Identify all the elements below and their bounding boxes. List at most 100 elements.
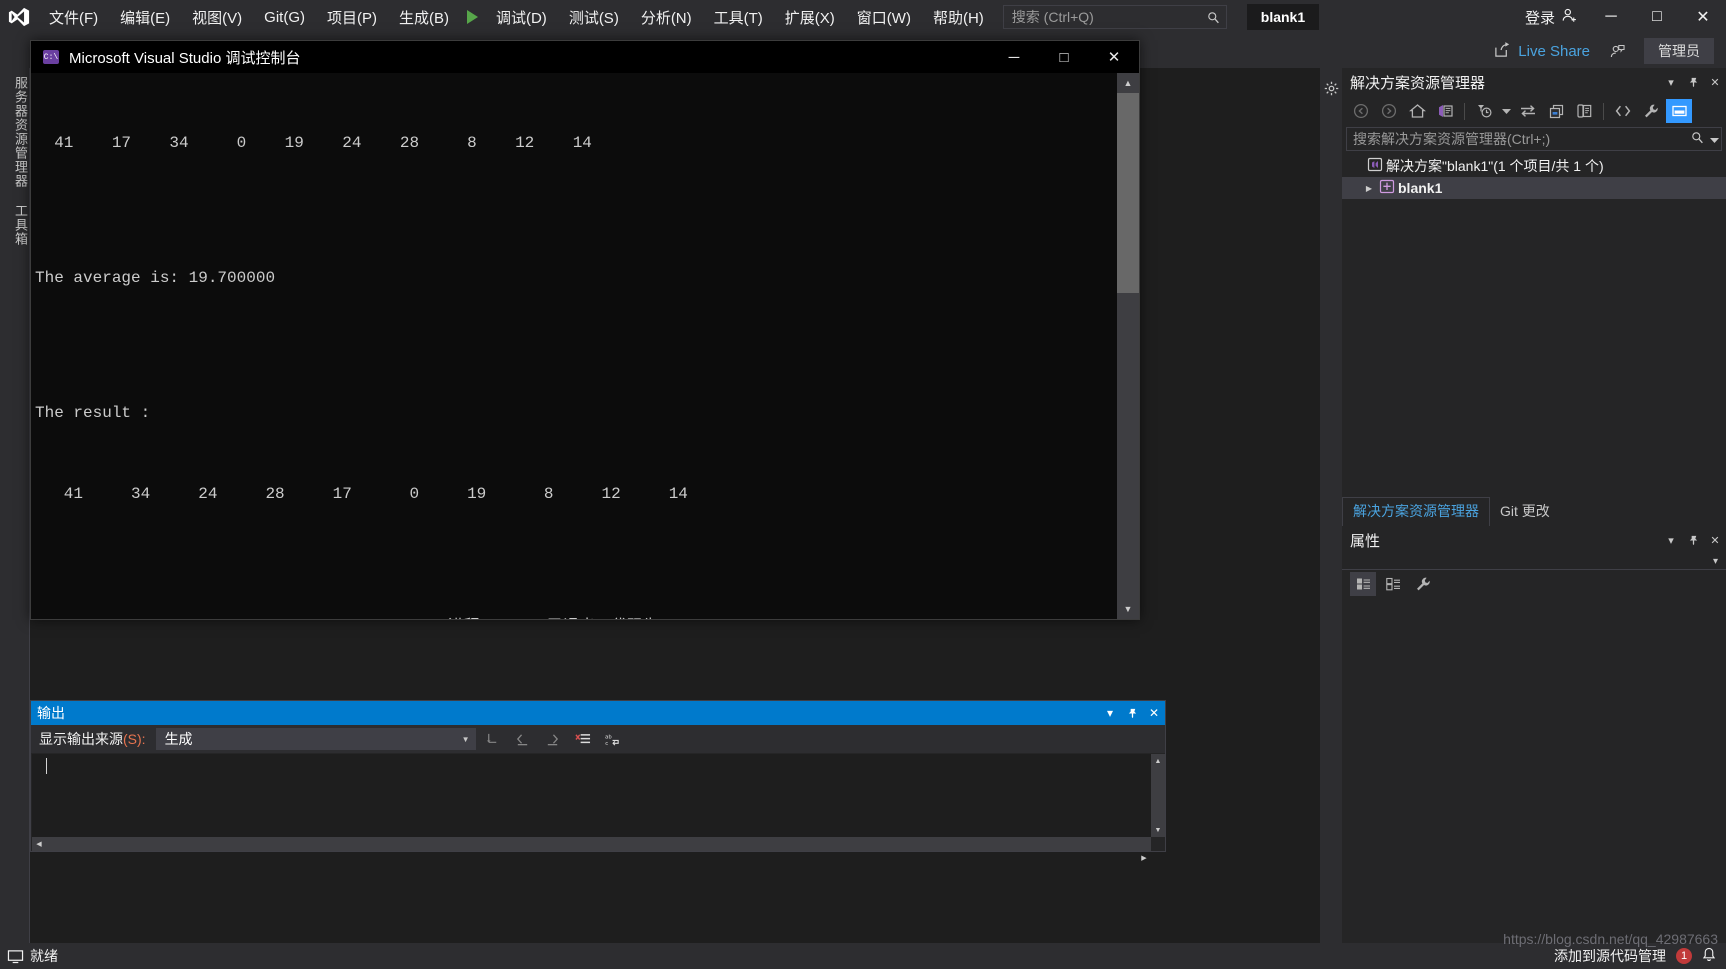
- sign-in-button[interactable]: 登录: [1515, 0, 1588, 34]
- global-search-box[interactable]: [1002, 5, 1227, 29]
- solution-explorer-tabs: 解决方案资源管理器 Git 更改: [1342, 497, 1726, 526]
- pending-changes-filter-icon[interactable]: [1471, 99, 1497, 123]
- project-name-chip[interactable]: blank1: [1246, 4, 1320, 30]
- window-maximize-button[interactable]: □: [1634, 0, 1680, 34]
- start-debugging-button[interactable]: [460, 0, 485, 34]
- properties-panel-header: 属性 ▾ ✕: [1342, 526, 1726, 554]
- back-icon[interactable]: [1348, 99, 1374, 123]
- output-scroll-left-icon[interactable]: ◀: [32, 837, 46, 851]
- sidebar-item-server-explorer[interactable]: 服务器资源管理器: [0, 68, 30, 196]
- output-panel-drag-area[interactable]: [65, 701, 1099, 725]
- gear-icon[interactable]: [1320, 68, 1342, 108]
- show-all-files-icon[interactable]: [1610, 99, 1636, 123]
- solution-explorer-search[interactable]: 搜索解决方案资源管理器(Ctrl+;): [1346, 127, 1722, 151]
- console-output-text: 41 17 34 0 19 24 28 8 12 14 The average …: [31, 73, 1117, 619]
- properties-panel-close-button[interactable]: ✕: [1704, 527, 1726, 553]
- menu-extensions[interactable]: 扩展(X): [774, 0, 846, 34]
- output-panel-header: 输出 ▾ ✕: [31, 701, 1165, 725]
- console-line: 41 34 24 28 17 0 19 8 12 14: [35, 485, 688, 503]
- feedback-icon[interactable]: [1600, 36, 1634, 66]
- chevron-down-icon[interactable]: ▾: [1713, 556, 1718, 567]
- menu-view[interactable]: 视图(V): [181, 0, 253, 34]
- clear-all-icon[interactable]: [570, 727, 596, 751]
- tab-solution-explorer[interactable]: 解决方案资源管理器: [1342, 497, 1490, 526]
- solution-explorer-title: 解决方案资源管理器: [1350, 74, 1486, 92]
- go-to-previous-message-icon[interactable]: [510, 727, 536, 751]
- properties-icon[interactable]: [1410, 572, 1436, 596]
- search-options-chevron-icon[interactable]: [1707, 131, 1721, 147]
- properties-panel: 属性 ▾ ✕ ▾: [1342, 526, 1726, 943]
- admin-badge: 管理员: [1644, 38, 1714, 64]
- go-to-next-message-icon[interactable]: [540, 727, 566, 751]
- output-source-select[interactable]: 生成 ▼: [155, 728, 476, 750]
- output-scroll-up-icon[interactable]: ▲: [1151, 754, 1165, 768]
- search-icon[interactable]: [1687, 131, 1707, 147]
- output-panel-dropdown-button[interactable]: ▾: [1099, 701, 1121, 725]
- solution-explorer-pin-button[interactable]: [1682, 69, 1704, 95]
- alphabetical-icon[interactable]: [1380, 572, 1406, 596]
- menu-build[interactable]: 生成(B): [388, 0, 460, 34]
- output-scroll-down-icon[interactable]: ▼: [1151, 823, 1165, 837]
- properties-window-icon[interactable]: [1571, 99, 1597, 123]
- menu-window[interactable]: 窗口(W): [846, 0, 922, 34]
- solution-explorer-search-placeholder: 搜索解决方案资源管理器(Ctrl+;): [1353, 131, 1551, 147]
- console-scroll-up-icon[interactable]: ▲: [1117, 73, 1139, 93]
- notifications-icon[interactable]: [1702, 947, 1716, 965]
- properties-panel-dropdown-button[interactable]: ▾: [1660, 527, 1682, 553]
- sidebar-item-toolbox[interactable]: 工具箱: [0, 196, 30, 254]
- chevron-down-icon[interactable]: [1499, 99, 1513, 123]
- status-text: 就绪: [30, 948, 58, 964]
- window-minimize-button[interactable]: ─: [1588, 0, 1634, 34]
- add-to-source-control-button[interactable]: 添加到源代码管理: [1554, 946, 1666, 966]
- live-share-button[interactable]: Live Share: [1484, 36, 1600, 66]
- notifications-badge[interactable]: 1: [1676, 948, 1692, 964]
- sync-with-active-document-icon[interactable]: [1432, 99, 1458, 123]
- console-scroll-thumb[interactable]: [1117, 93, 1139, 293]
- console-maximize-button[interactable]: □: [1039, 41, 1089, 73]
- properties-panel-pin-button[interactable]: [1682, 527, 1704, 553]
- console-minimize-button[interactable]: ─: [989, 41, 1039, 73]
- window-close-button[interactable]: ✕: [1680, 0, 1726, 34]
- forward-icon[interactable]: [1376, 99, 1402, 123]
- menu-git[interactable]: Git(G): [253, 0, 316, 34]
- console-scroll-down-icon[interactable]: ▼: [1117, 599, 1139, 619]
- menu-edit[interactable]: 编辑(E): [109, 0, 181, 34]
- menu-test[interactable]: 测试(S): [558, 0, 630, 34]
- toggle-word-wrap-icon[interactable]: ab c: [600, 727, 626, 751]
- output-vertical-scrollbar[interactable]: ▲ ▼: [1151, 754, 1165, 837]
- menu-file[interactable]: 文件(F): [38, 0, 109, 34]
- view-designer-icon[interactable]: [1666, 99, 1692, 123]
- console-scrollbar[interactable]: ▲ ▼: [1117, 73, 1139, 619]
- solution-explorer-close-button[interactable]: ✕: [1704, 69, 1726, 95]
- menu-analyze[interactable]: 分析(N): [630, 0, 703, 34]
- properties-object-selector[interactable]: ▾: [1342, 554, 1726, 570]
- output-panel-pin-button[interactable]: [1121, 701, 1143, 725]
- find-message-source-icon[interactable]: [480, 727, 506, 751]
- solution-explorer-dropdown-button[interactable]: ▾: [1660, 69, 1682, 95]
- tab-git-changes[interactable]: Git 更改: [1490, 498, 1560, 526]
- categorized-icon[interactable]: [1350, 572, 1376, 596]
- search-input[interactable]: [1003, 9, 1201, 25]
- output-text-area[interactable]: [32, 754, 1151, 837]
- search-icon: [1201, 11, 1226, 24]
- visual-studio-logo-icon: [0, 0, 38, 34]
- menu-debug[interactable]: 调试(D): [485, 0, 558, 34]
- output-panel-close-button[interactable]: ✕: [1143, 701, 1165, 725]
- home-icon[interactable]: [1404, 99, 1430, 123]
- live-share-label: Live Share: [1518, 42, 1590, 60]
- output-horizontal-scrollbar[interactable]: ◀ ▶: [32, 837, 1151, 862]
- tree-item-solution[interactable]: 解决方案"blank1"(1 个项目/共 1 个): [1342, 155, 1726, 177]
- refresh-icon[interactable]: [1515, 99, 1541, 123]
- output-source-value: 生成: [164, 731, 193, 747]
- chevron-down-icon: ▼: [461, 734, 470, 744]
- menu-help[interactable]: 帮助(H): [922, 0, 995, 34]
- menu-tools[interactable]: 工具(T): [703, 0, 774, 34]
- collapse-all-icon[interactable]: [1543, 99, 1569, 123]
- output-panel-toolbar: 显示输出来源(S): 生成 ▼ ab c: [31, 725, 1165, 753]
- wrench-icon[interactable]: [1638, 99, 1664, 123]
- console-close-button[interactable]: ✕: [1089, 41, 1139, 73]
- tree-expander[interactable]: ▶: [1362, 184, 1376, 193]
- tree-item-project[interactable]: ▶ blank1: [1342, 177, 1726, 199]
- output-scroll-right-icon[interactable]: ▶: [1137, 851, 1151, 865]
- menu-project[interactable]: 项目(P): [316, 0, 388, 34]
